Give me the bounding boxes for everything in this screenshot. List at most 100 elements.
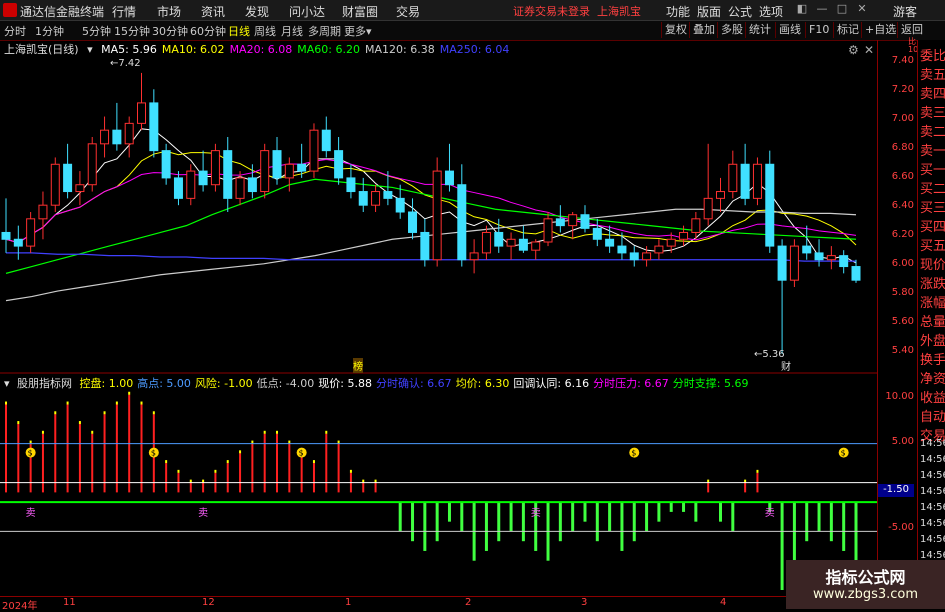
side-item[interactable]: 涨跌: [920, 273, 945, 292]
candle-body: [629, 252, 639, 261]
indicator-label: 低点: -4.00: [256, 377, 315, 390]
fuquan-button[interactable]: 复权: [661, 22, 690, 38]
biaoji-button[interactable]: 标记: [833, 22, 862, 38]
side-item[interactable]: 买三: [920, 197, 945, 216]
side-time: 14:56: [920, 502, 945, 513]
menu-wenxiaoda[interactable]: 问小达: [289, 3, 325, 20]
side-item[interactable]: 买一: [920, 159, 945, 178]
chevron-down-icon[interactable]: ▾: [4, 377, 10, 390]
price-tick: 7.00: [891, 113, 914, 124]
price-tick: 6.40: [891, 200, 914, 211]
side-item[interactable]: 外盘: [920, 330, 945, 349]
side-item[interactable]: 涨幅: [920, 292, 945, 311]
side-item[interactable]: 收益: [920, 387, 945, 406]
candle-body: [1, 231, 11, 240]
side-item[interactable]: 换手: [920, 349, 945, 368]
maximize-icon[interactable]: □: [835, 2, 849, 16]
menu-gongneng[interactable]: 功能: [666, 3, 690, 20]
add-watchlist-button[interactable]: +自选: [861, 22, 899, 38]
ma-line-ma120: [5, 208, 857, 302]
side-item[interactable]: 卖二: [920, 121, 945, 140]
indicator-label: 分时确认: 6.67: [375, 377, 452, 390]
side-item[interactable]: 委比: [920, 45, 945, 64]
menu-zixun[interactable]: 资讯: [201, 3, 225, 20]
date-label: 1: [345, 597, 352, 608]
indicator-label: 均价: 6.30: [455, 377, 510, 390]
side-item[interactable]: 买二: [920, 178, 945, 197]
ma-label: MA120: 6.38: [365, 43, 435, 56]
candle-body: [321, 129, 331, 152]
price-tick: 6.60: [891, 171, 914, 182]
period-multi[interactable]: 多周期: [308, 23, 341, 39]
back-button[interactable]: 返回: [897, 22, 926, 38]
candle-body: [740, 163, 750, 199]
side-item[interactable]: 自动: [920, 406, 945, 425]
bang-marker[interactable]: 榜: [353, 358, 363, 373]
f10-button[interactable]: F10: [805, 22, 832, 38]
ma-labels: MA5: 5.96 MA10: 6.02 MA20: 6.08 MA60: 6.20 M…: [101, 43, 514, 56]
side-item[interactable]: 卖三: [920, 102, 945, 121]
side-time: 14:56: [920, 470, 945, 481]
side-item[interactable]: 买五: [920, 235, 945, 254]
side-item[interactable]: 卖一: [920, 140, 945, 159]
huaxian-button[interactable]: 画线: [775, 22, 804, 38]
side-item[interactable]: 买四: [920, 216, 945, 235]
period-week[interactable]: 周线: [254, 23, 276, 39]
menu-caifuquan[interactable]: 财富圈: [342, 3, 378, 20]
minimize-icon[interactable]: —: [815, 2, 829, 16]
candle-body: [137, 102, 147, 124]
close-icon[interactable]: ✕: [855, 2, 869, 16]
period-30min[interactable]: 30分钟: [152, 23, 188, 39]
candle-body: [371, 191, 381, 206]
coin-marker-label: $: [631, 449, 636, 458]
menu-jiaoyi[interactable]: 交易: [396, 3, 420, 20]
chevron-down-icon[interactable]: ▾: [87, 43, 93, 56]
main-chart-header: 上海凯宝(日线) ▾ MA5: 5.96 MA10: 6.02 MA20: 6.08…: [4, 41, 519, 57]
period-day[interactable]: 日线: [228, 23, 250, 39]
duogu-button[interactable]: 多股: [717, 22, 746, 38]
menu-faxian[interactable]: 发现: [245, 3, 269, 20]
candle-body: [210, 150, 220, 186]
menu-xuanxiang[interactable]: 选项: [759, 3, 783, 20]
settings-icon[interactable]: ⚙: [848, 43, 859, 57]
menu-gongshi[interactable]: 公式: [728, 3, 752, 20]
sell-marker: 卖: [198, 507, 208, 519]
menu-hangqing[interactable]: 行情: [112, 3, 136, 20]
indicator-labels: 控盘: 1.00 高点: 5.00 风险: -1.00 低点: -4.00 现价: 5.…: [80, 377, 753, 390]
candle-body: [752, 163, 762, 199]
candle-body: [50, 163, 60, 206]
notice-stock-name: 上海凯宝: [597, 5, 641, 18]
price-axis: 比1000 7.40 7.20 6.80 7.00 6.60 6.40 6.20…: [877, 38, 928, 595]
coin-marker-label: $: [841, 449, 846, 458]
period-month[interactable]: 月线: [281, 23, 303, 39]
period-fenshi[interactable]: 分时: [4, 23, 26, 39]
candle-body: [506, 238, 516, 247]
period-15min[interactable]: 15分钟: [114, 23, 150, 39]
diejia-button[interactable]: 叠加: [689, 22, 718, 38]
chart-area[interactable]: $ $ $ $ $ 卖 卖 卖 卖: [0, 40, 877, 596]
period-toolbar: 分时 1分钟 5分钟 15分钟 30分钟 60分钟 日线 周线 月线 多周期 更…: [0, 21, 945, 41]
period-more[interactable]: 更多▾: [344, 23, 372, 39]
skin-icon[interactable]: ◧: [795, 2, 809, 16]
candle-body: [703, 197, 713, 220]
indicator-label: 风险: -1.00: [194, 377, 253, 390]
close-chart-icon[interactable]: ✕: [864, 43, 874, 57]
side-item[interactable]: 总量: [920, 311, 945, 330]
cai-marker[interactable]: 财: [781, 358, 791, 373]
side-item[interactable]: 现价: [920, 254, 945, 273]
candle-body: [161, 150, 171, 179]
period-60min[interactable]: 60分钟: [190, 23, 226, 39]
period-1min[interactable]: 1分钟: [35, 23, 64, 39]
side-item[interactable]: 卖四: [920, 83, 945, 102]
menu-shichang[interactable]: 市场: [157, 3, 181, 20]
tongji-button[interactable]: 统计: [745, 22, 774, 38]
price-tick: 6.80: [891, 142, 914, 153]
candle-body: [149, 102, 159, 152]
period-5min[interactable]: 5分钟: [82, 23, 111, 39]
guest-label[interactable]: 游客: [893, 3, 917, 20]
chevron-down-icon: ▾: [366, 25, 372, 38]
side-item[interactable]: 净资: [920, 368, 945, 387]
menu-banmian[interactable]: 版面: [697, 3, 721, 20]
sell-marker: 卖: [26, 507, 36, 519]
side-item[interactable]: 卖五: [920, 64, 945, 83]
